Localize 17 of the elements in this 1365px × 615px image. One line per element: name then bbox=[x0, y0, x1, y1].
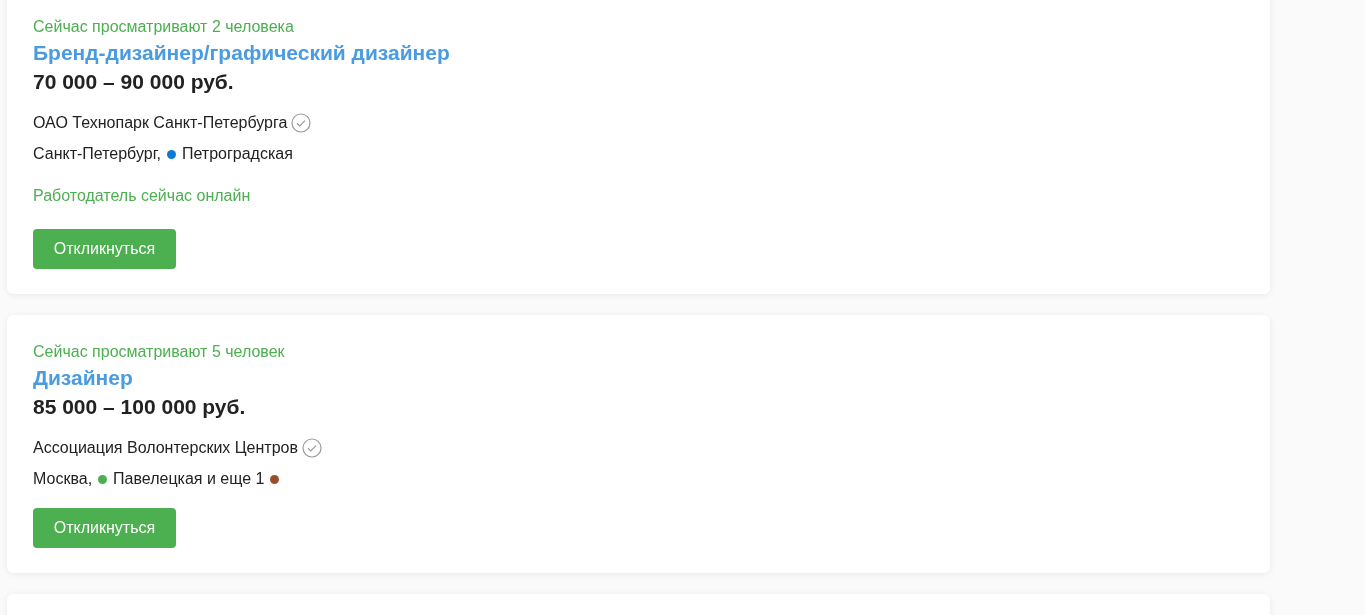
verified-check-icon bbox=[291, 113, 312, 133]
location-text: Санкт-Петербург, bbox=[33, 144, 161, 164]
viewers-count: Сейчас просматривают 5 человек bbox=[33, 342, 286, 362]
salary: 85 000 – 100 000 руб. bbox=[33, 394, 247, 420]
verified-check-icon bbox=[301, 438, 322, 458]
location-text: Петроградская bbox=[182, 144, 293, 164]
respond-button[interactable]: Откликнуться bbox=[33, 508, 176, 548]
respond-button[interactable]: Откликнуться bbox=[33, 229, 176, 269]
viewers-count: Сейчас просматривают 2 человека bbox=[33, 17, 295, 37]
location-text: Москва, bbox=[33, 469, 93, 489]
employer-online-status: Работодатель сейчас онлайн bbox=[33, 186, 252, 206]
salary: 70 000 – 90 000 руб. bbox=[33, 69, 235, 95]
company-name: Ассоциация Волонтерских Центров bbox=[33, 438, 298, 458]
vacancy-title-link[interactable]: Бренд-дизайнер/графический дизайнер bbox=[33, 38, 1244, 68]
vacancy-title-link[interactable]: Дизайнер bbox=[33, 363, 1244, 393]
location-text: Павелецкая и еще 1 bbox=[113, 469, 265, 489]
company-name: ОАО Технопарк Санкт-Петербурга bbox=[33, 113, 288, 133]
